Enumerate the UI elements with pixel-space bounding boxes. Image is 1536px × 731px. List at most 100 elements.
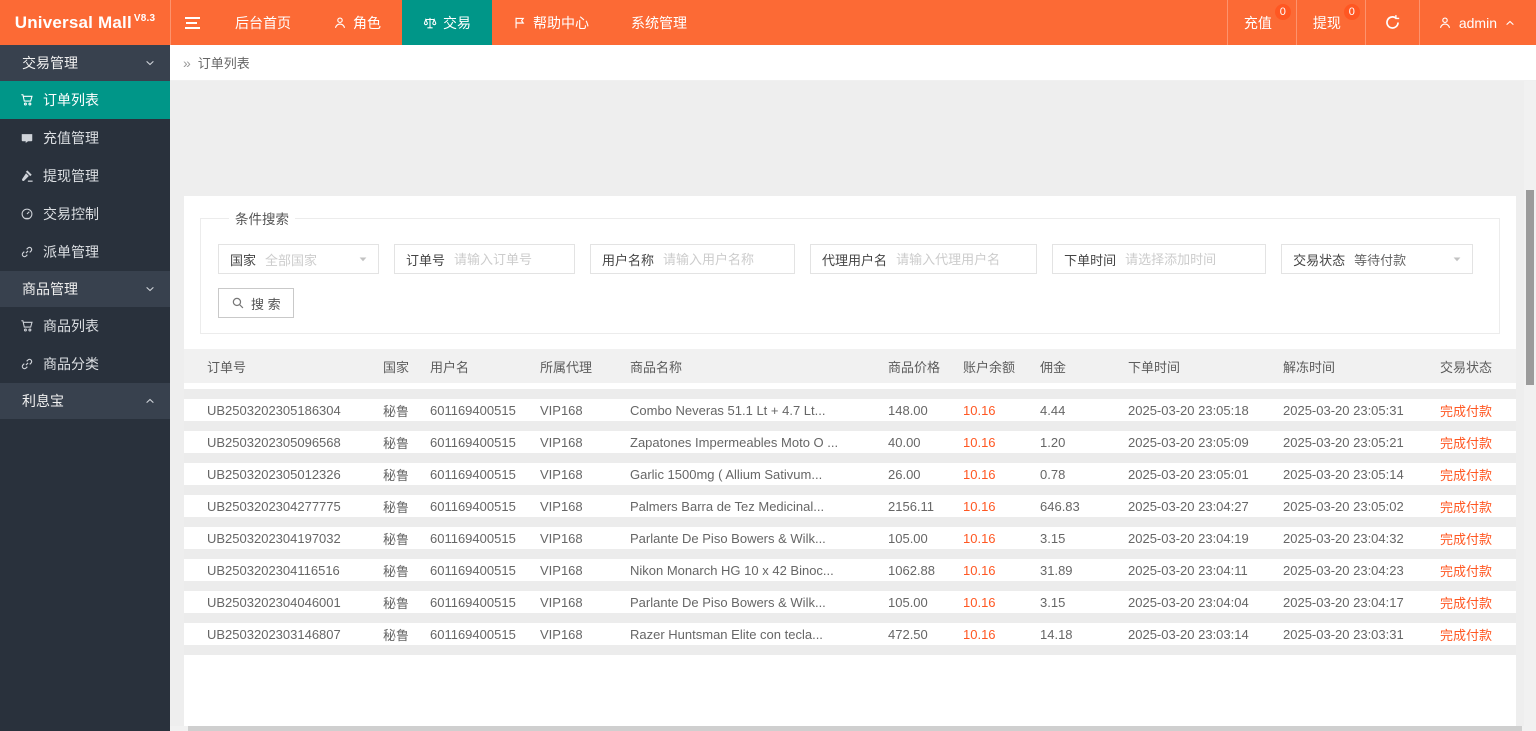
cell-balance: 10.16	[963, 402, 996, 418]
cell-unfreeze_time: 2025-03-20 23:05:14	[1283, 466, 1404, 482]
link-icon	[20, 357, 34, 371]
sidebar-item-label: 交易控制	[43, 206, 99, 222]
cell-status: 完成付款	[1440, 563, 1493, 579]
cell-balance: 10.16	[963, 562, 996, 578]
sidebar-item-label: 充值管理	[43, 130, 99, 146]
cell-order_no: UB2503202304116516	[207, 562, 340, 578]
topnav-label: 系统管理	[631, 14, 687, 31]
column-header-unfreeze_time: 解冻时间	[1283, 359, 1336, 375]
cell-commission: 3.15	[1040, 594, 1066, 610]
sidebar-group-label: 利息宝	[22, 393, 64, 409]
topnav-item-home[interactable]: 后台首页	[214, 0, 312, 45]
order-list-card: 条件搜索 国家全部国家订单号用户名称代理用户名下单时间交易状态等待付款 搜 索 …	[184, 196, 1516, 731]
sidebar-item-trade-control[interactable]: 交易控制	[0, 195, 170, 233]
vertical-scrollbar[interactable]	[1524, 81, 1536, 731]
sidebar-group-product-management[interactable]: 商品管理	[0, 271, 170, 307]
column-header-agent: 所属代理	[540, 359, 593, 375]
horizontal-scrollbar-thumb[interactable]	[188, 726, 1522, 731]
sidebar: 交易管理订单列表充值管理提现管理交易控制派单管理 商品管理 商品列表商品分类利息宝	[0, 45, 170, 731]
sidebar-item-withdraw-management[interactable]: 提现管理	[0, 157, 170, 195]
cell-status: 完成付款	[1440, 467, 1493, 483]
cell-balance: 10.16	[963, 466, 996, 482]
topbar-recharge-label: 充值	[1243, 14, 1272, 31]
gavel-icon	[20, 169, 34, 183]
search-field-order-no: 订单号	[394, 244, 576, 274]
topnav-item-help-center[interactable]: 帮助中心	[492, 0, 610, 45]
cell-product: Parlante De Piso Bowers & Wilk...	[630, 530, 826, 546]
sidebar-item-dispatch-management[interactable]: 派单管理	[0, 233, 170, 271]
sidebar-item-product-category[interactable]: 商品分类	[0, 345, 170, 383]
trade-status-selected-value: 等待付款	[1354, 252, 1407, 268]
sidebar-item-order-list[interactable]: 订单列表	[0, 81, 170, 119]
username-input[interactable]	[663, 246, 795, 272]
cell-unfreeze_time: 2025-03-20 23:05:02	[1283, 498, 1404, 514]
topnav-item-roles[interactable]: 角色	[312, 0, 402, 45]
cell-price: 105.00	[888, 530, 928, 546]
cell-product: Razer Huntsman Elite con tecla...	[630, 626, 823, 642]
refresh-icon	[1384, 14, 1401, 31]
topbar-recharge-button[interactable]: 充值 0	[1226, 0, 1296, 45]
table-body: UB2503202305186304 秘鲁 601169400515 VIP168 Co…	[184, 389, 1516, 659]
user-icon	[1438, 16, 1452, 30]
trade-status-label: 交易状态	[1293, 252, 1346, 268]
column-header-price: 商品价格	[888, 359, 941, 375]
refresh-button[interactable]	[1364, 0, 1419, 45]
sidebar-group-label: 交易管理	[22, 55, 78, 71]
link-icon	[20, 245, 34, 259]
table-row-partial	[184, 645, 1516, 659]
sidebar-group-trade-management[interactable]: 交易管理	[0, 45, 170, 81]
cell-price: 2156.11	[888, 498, 935, 514]
content-area: 条件搜索 国家全部国家订单号用户名称代理用户名下单时间交易状态等待付款 搜 索 …	[170, 81, 1536, 731]
cell-country: 秘鲁	[383, 499, 410, 515]
chevron-up-icon	[144, 395, 156, 407]
card-icon	[20, 131, 34, 145]
sidebar-item-label: 商品分类	[43, 356, 99, 372]
cell-unfreeze_time: 2025-03-20 23:05:21	[1283, 434, 1404, 450]
cell-commission: 0.78	[1040, 466, 1066, 482]
order-time-input[interactable]	[1125, 246, 1266, 272]
topnav-item-system[interactable]: 系统管理	[610, 0, 708, 45]
topnav-item-trade[interactable]: 交易	[402, 0, 492, 45]
cell-price: 40.00	[888, 434, 921, 450]
cell-unfreeze_time: 2025-03-20 23:03:31	[1283, 626, 1404, 642]
search-panel-legend: 条件搜索	[235, 212, 289, 227]
sidebar-item-product-list[interactable]: 商品列表	[0, 307, 170, 345]
user-menu[interactable]: admin	[1418, 0, 1536, 45]
cell-balance: 10.16	[963, 434, 996, 450]
hamburger-icon	[185, 26, 200, 29]
horizontal-scrollbar[interactable]	[170, 726, 1536, 731]
search-button[interactable]: 搜 索	[218, 288, 294, 318]
agent-username-label: 代理用户名	[822, 252, 888, 268]
main-area: » 订单列表 条件搜索 国家全部国家订单号用户名称代理用户名下单时间交易状态等待…	[170, 45, 1536, 731]
cell-product: Zapatones Impermeables Moto O ...	[630, 434, 839, 450]
country-select[interactable]: 全部国家	[265, 245, 378, 273]
breadcrumb: » 订单列表	[170, 45, 1536, 81]
search-icon	[231, 296, 245, 310]
cell-order_no: UB2503202305096568	[207, 434, 341, 450]
cart-icon	[20, 93, 34, 107]
sidebar-collapse-button[interactable]	[170, 0, 214, 45]
app-logo[interactable]: Universal Mall V8.3	[0, 0, 170, 45]
cell-status: 完成付款	[1440, 403, 1493, 419]
agent-username-input[interactable]	[896, 246, 1037, 272]
topnav-label: 角色	[353, 14, 381, 31]
column-header-order_no: 订单号	[207, 359, 247, 375]
vertical-scrollbar-thumb[interactable]	[1526, 190, 1534, 385]
cell-username: 601169400515	[430, 562, 516, 578]
column-header-balance: 账户余额	[963, 359, 1016, 375]
trade-status-select[interactable]: 等待付款	[1354, 245, 1472, 273]
order-no-input[interactable]	[454, 246, 575, 272]
sidebar-group-interest-treasure[interactable]: 利息宝	[0, 383, 170, 419]
chevron-down-icon	[144, 283, 156, 295]
table-row: UB2503202304197032 秘鲁 601169400515 VIP168 Pa…	[184, 517, 1516, 549]
search-panel: 条件搜索 国家全部国家 订单号 用户名称 代理用户名 下单时间 交易状态等待付款 搜 索	[200, 208, 1500, 334]
cell-unfreeze_time: 2025-03-20 23:04:32	[1283, 530, 1404, 546]
table-row: UB2503202305096568 秘鲁 601169400515 VIP168 Za…	[184, 421, 1516, 453]
topbar-withdraw-button[interactable]: 提现 0	[1295, 0, 1365, 45]
sidebar-item-label: 提现管理	[43, 168, 99, 184]
cell-balance: 10.16	[963, 626, 996, 642]
sidebar-item-recharge-management[interactable]: 充值管理	[0, 119, 170, 157]
country-label: 国家	[230, 252, 257, 268]
cell-balance: 10.16	[963, 594, 996, 610]
hamburger-icon	[185, 21, 197, 24]
